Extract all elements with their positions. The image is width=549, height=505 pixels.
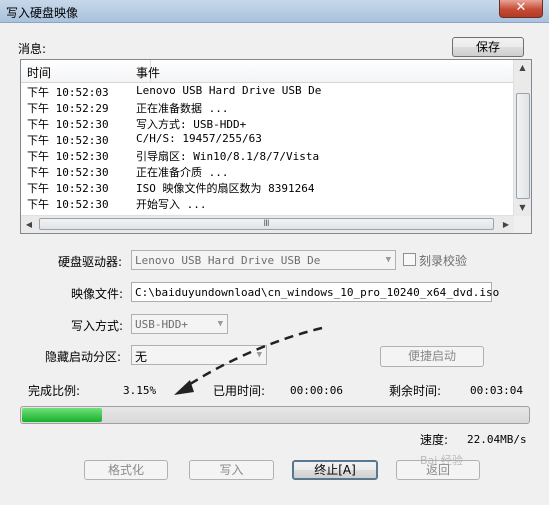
- image-file-value: C:\baiduyundownload\cn_windows_10_pro_10…: [135, 286, 500, 299]
- progress-fill: [22, 408, 102, 422]
- list-item[interactable]: 下午 10:52:30 ISO 映像文件的扇区数为 8391264: [21, 179, 514, 195]
- scroll-right-icon[interactable]: ▶: [498, 216, 514, 233]
- log-event: 写入方式: USB-HDD+: [136, 118, 247, 131]
- drive-label: 硬盘驱动器:: [58, 255, 123, 269]
- log-rows: 下午 10:52:03 Lenovo USB Hard Drive USB De 下…: [21, 83, 514, 211]
- column-event[interactable]: 事件: [136, 64, 160, 81]
- quick-boot-button[interactable]: 便捷启动: [380, 346, 484, 367]
- log-vertical-scrollbar[interactable]: ▲ ▼: [513, 60, 531, 216]
- remaining-value: 00:03:04: [470, 384, 523, 397]
- log-event: 开始写入 ...: [136, 198, 207, 211]
- completion-label: 完成比例:: [28, 384, 81, 398]
- column-time[interactable]: 时间: [27, 64, 51, 81]
- close-icon: ✕: [515, 0, 527, 15]
- list-item[interactable]: 下午 10:52:30 开始写入 ...: [21, 195, 514, 211]
- list-item[interactable]: 下午 10:52:30 引导扇区: Win10/8.1/8/7/Vista: [21, 147, 514, 163]
- abort-button[interactable]: 终止[A]: [292, 460, 378, 480]
- write-mode-label: 写入方式:: [71, 319, 124, 333]
- verify-checkbox[interactable]: [403, 253, 416, 266]
- image-file-label: 映像文件:: [71, 287, 124, 301]
- elapsed-value: 00:00:06: [290, 384, 343, 397]
- hidden-partition-value: 无: [135, 350, 148, 364]
- scroll-up-icon[interactable]: ▲: [514, 60, 531, 76]
- write-button[interactable]: 写入: [189, 460, 274, 480]
- list-item[interactable]: 下午 10:52:29 正在准备数据 ...: [21, 99, 514, 115]
- log-time: 下午 10:52:30: [27, 118, 109, 131]
- log-time: 下午 10:52:29: [27, 102, 109, 115]
- close-button[interactable]: ✕: [499, 0, 543, 18]
- title-bar: 写入硬盘映像 ✕: [0, 0, 549, 23]
- progress-bar: [20, 406, 530, 424]
- log-time: 下午 10:52:30: [27, 198, 109, 211]
- log-time: 下午 10:52:30: [27, 150, 109, 163]
- chevron-down-icon: ▼: [385, 255, 391, 265]
- log-event: 正在准备介质 ...: [136, 166, 229, 179]
- messages-label: 消息:: [18, 42, 47, 56]
- log-header: 时间 事件: [21, 60, 514, 83]
- horizontal-scroll-thumb[interactable]: Ⅲ: [39, 218, 494, 230]
- list-item[interactable]: 下午 10:52:30 正在准备介质 ...: [21, 163, 514, 179]
- window-title: 写入硬盘映像: [6, 6, 79, 20]
- scroll-left-icon[interactable]: ◀: [21, 216, 37, 233]
- speed-value: 22.04MB/s: [467, 433, 527, 446]
- speed-label: 速度:: [420, 433, 449, 447]
- log-event: Lenovo USB Hard Drive USB De: [136, 84, 322, 97]
- log-horizontal-scrollbar[interactable]: ◀ Ⅲ ▶: [21, 215, 514, 233]
- list-item[interactable]: 下午 10:52:30 写入方式: USB-HDD+: [21, 115, 514, 131]
- scroll-corner: [514, 216, 531, 233]
- scroll-down-icon[interactable]: ▼: [514, 200, 531, 216]
- log-list[interactable]: 时间 事件 下午 10:52:03 Lenovo USB Hard Drive U…: [20, 59, 532, 234]
- vertical-scroll-thumb[interactable]: [516, 93, 530, 199]
- drive-select[interactable]: Lenovo USB Hard Drive USB De ▼: [131, 250, 396, 270]
- log-event: ISO 映像文件的扇区数为 8391264: [136, 182, 315, 195]
- save-button[interactable]: 保存: [452, 37, 524, 57]
- elapsed-label: 已用时间:: [213, 384, 266, 398]
- log-time: 下午 10:52:30: [27, 134, 109, 147]
- hidden-partition-label: 隐藏启动分区:: [45, 350, 122, 364]
- image-file-input[interactable]: C:\baiduyundownload\cn_windows_10_pro_10…: [131, 282, 499, 302]
- log-event: C/H/S: 19457/255/63: [136, 132, 262, 145]
- log-time: 下午 10:52:03: [27, 86, 109, 99]
- watermark: Bai 经验: [420, 454, 463, 467]
- verify-label: 刻录校验: [419, 254, 468, 268]
- log-time: 下午 10:52:30: [27, 166, 109, 179]
- format-button[interactable]: 格式化: [84, 460, 168, 480]
- list-item[interactable]: 下午 10:52:03 Lenovo USB Hard Drive USB De: [21, 83, 514, 99]
- completion-value: 3.15%: [123, 384, 157, 397]
- log-time: 下午 10:52:30: [27, 182, 109, 195]
- log-event: 引导扇区: Win10/8.1/8/7/Vista: [136, 150, 320, 163]
- list-item[interactable]: 下午 10:52:30 C/H/S: 19457/255/63: [21, 131, 514, 147]
- drive-select-value: Lenovo USB Hard Drive USB De: [135, 254, 321, 267]
- log-event: 正在准备数据 ...: [136, 102, 229, 115]
- remaining-label: 剩余时间:: [389, 384, 442, 398]
